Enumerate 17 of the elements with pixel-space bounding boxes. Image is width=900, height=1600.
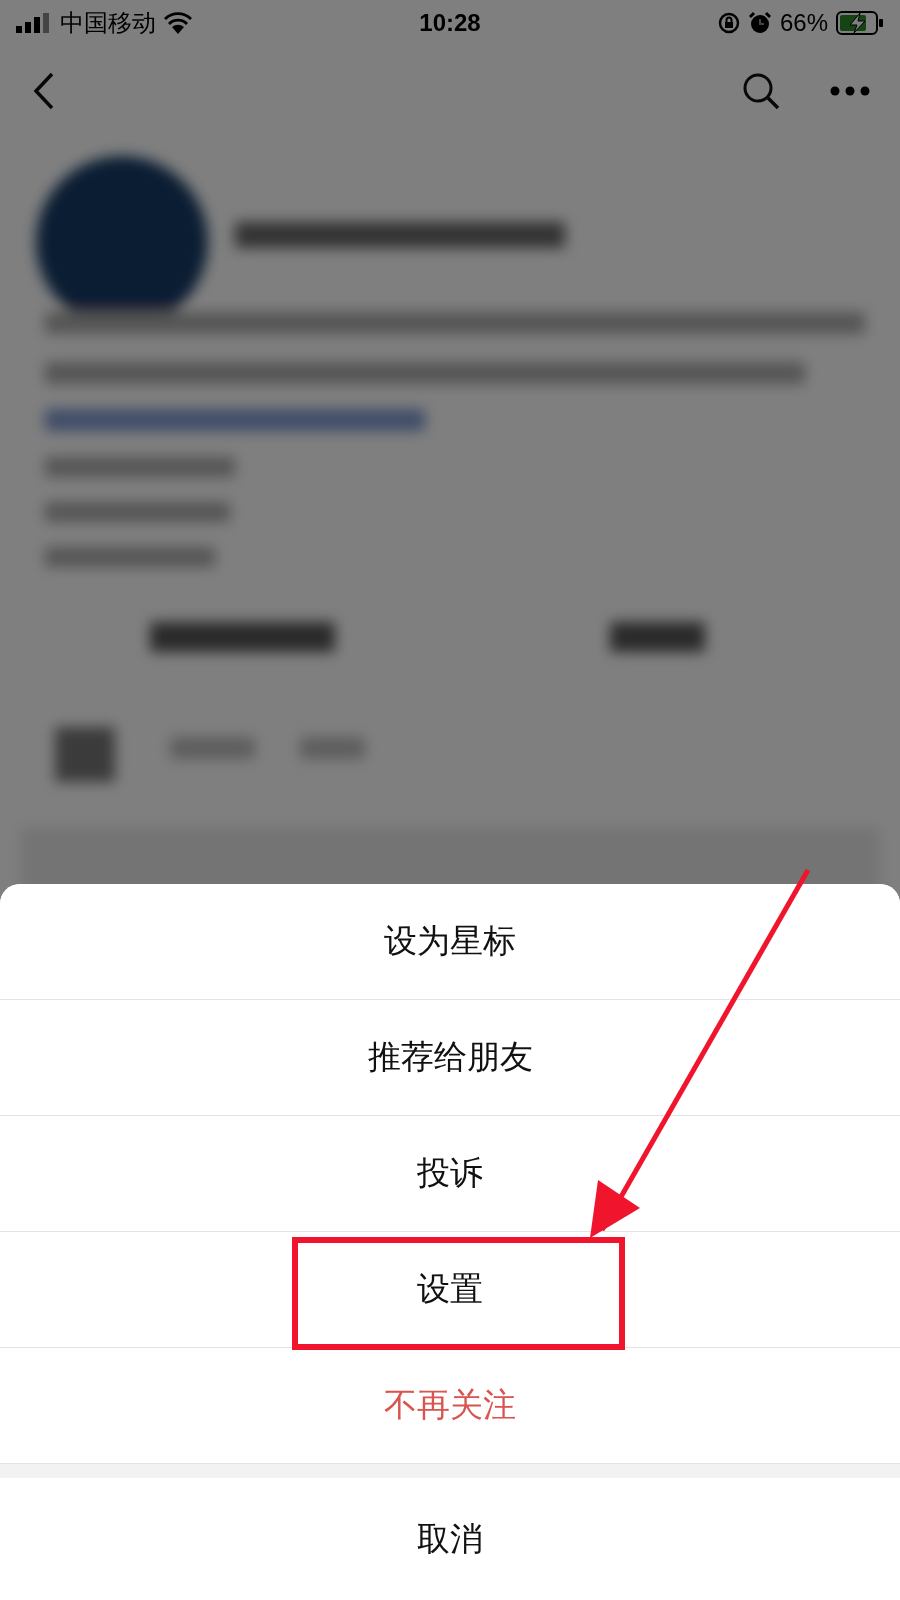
cancel-button[interactable]: 取消 (0, 1478, 900, 1600)
search-icon[interactable] (742, 72, 780, 110)
menu-item[interactable]: 设为星标 (0, 884, 900, 1000)
menu-item[interactable]: 设置 (0, 1232, 900, 1348)
alarm-icon (747, 10, 772, 35)
battery-percent: 66% (779, 8, 828, 37)
menu-item[interactable]: 投诉 (0, 1116, 900, 1232)
signal-icon (16, 12, 52, 33)
more-icon[interactable] (830, 86, 870, 96)
wifi-icon (164, 11, 192, 34)
rotation-lock-icon (717, 11, 740, 34)
back-icon[interactable] (32, 72, 56, 110)
carrier-name: 中国移动 (60, 7, 156, 38)
menu-item[interactable]: 推荐给朋友 (0, 1000, 900, 1116)
clock-time: 10:28 (419, 8, 481, 36)
menu-item[interactable]: 不再关注 (0, 1348, 900, 1464)
battery-charging-icon (836, 10, 884, 35)
